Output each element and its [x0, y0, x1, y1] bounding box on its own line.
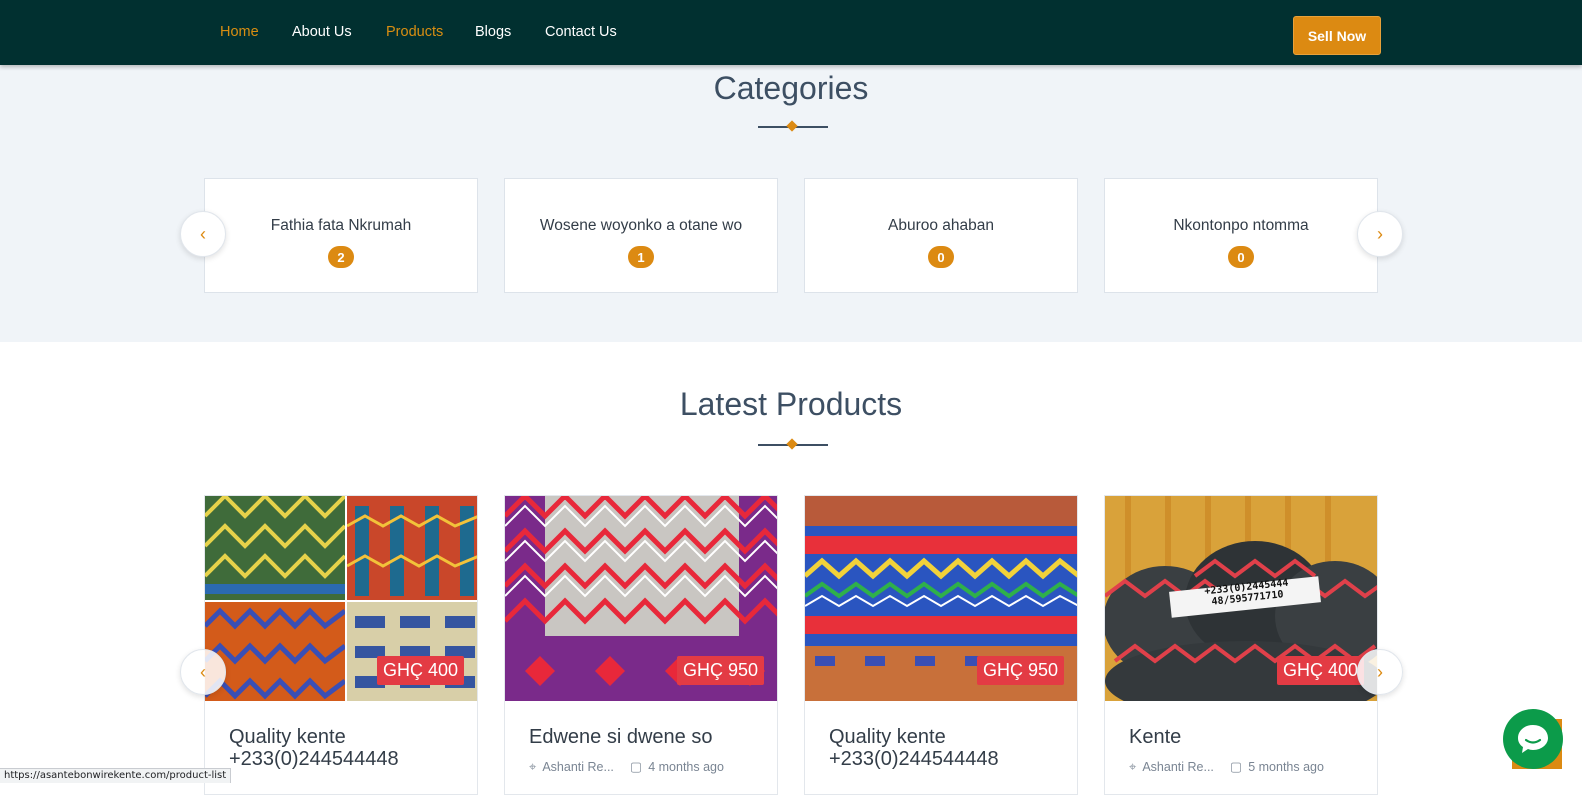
categories-next-button[interactable]: › [1357, 211, 1403, 257]
latest-products-title: Latest Products [679, 386, 903, 422]
product-card[interactable]: +233(0)2445444 48/595771710 GHÇ 400 Kent… [1104, 495, 1378, 795]
price-badge: GHÇ 400 [376, 656, 464, 685]
product-title[interactable]: Quality kente +233(0)244544448 [829, 726, 1069, 770]
product-title[interactable]: Kente [1129, 726, 1369, 748]
category-name: Aburoo ahaban [887, 217, 994, 234]
product-card[interactable]: GHÇ 950 Edwene si dwene so ⌖ Ashanti Re.… [504, 495, 778, 795]
location-pin-icon: ⌖ [1129, 759, 1137, 774]
categories-title: Categories [713, 70, 869, 106]
category-name: Nkontonpo ntomma [1173, 217, 1309, 234]
product-meta: ⌖ Ashanti Re... ▢ 5 months ago [1129, 759, 1324, 775]
category-count-badge: 0 [1228, 246, 1254, 268]
calendar-icon: ▢ [629, 759, 643, 774]
price-badge: GHÇ 950 [976, 656, 1064, 685]
nav-contact-link[interactable]: Contact Us [545, 24, 617, 40]
category-card[interactable]: Nkontonpo ntomma 0 [1104, 178, 1378, 293]
nav-blogs-link[interactable]: Blogs [475, 24, 511, 40]
categories-prev-button[interactable]: ‹ [180, 211, 226, 257]
chat-widget-button[interactable] [1503, 709, 1563, 769]
nav-about-link[interactable]: About Us [292, 24, 352, 40]
category-count-badge: 2 [328, 246, 354, 268]
product-meta: ⌖ Ashanti Re... ▢ 4 months ago [529, 759, 724, 775]
product-time: 5 months ago [1248, 760, 1324, 774]
products-next-button[interactable]: › [1357, 649, 1403, 695]
category-count-badge: 0 [928, 246, 954, 268]
product-image[interactable]: GHÇ 950 [505, 496, 777, 701]
category-name: Wosene woyonko a otane wo [539, 217, 743, 234]
sell-now-button[interactable]: Sell Now [1293, 16, 1381, 55]
product-location: Ashanti Re... [1142, 760, 1214, 774]
category-count-badge: 1 [628, 246, 654, 268]
products-prev-button[interactable]: ‹ [180, 649, 226, 695]
nav-home-link[interactable]: Home [220, 24, 259, 40]
category-card[interactable]: Aburoo ahaban 0 [804, 178, 1078, 293]
location-pin-icon: ⌖ [529, 759, 537, 774]
product-card[interactable]: GHÇ 950 Quality kente +233(0)244544448 [804, 495, 1078, 795]
chat-icon [1518, 725, 1548, 753]
product-image[interactable]: GHÇ 400 [205, 496, 477, 701]
status-bar-url: https://asantebonwirekente.com/product-l… [0, 768, 232, 783]
calendar-icon: ▢ [1229, 759, 1243, 774]
category-card[interactable]: Fathia fata Nkrumah 2 [204, 178, 478, 293]
product-title[interactable]: Edwene si dwene so [529, 726, 769, 748]
category-card[interactable]: Wosene woyonko a otane wo 1 [504, 178, 778, 293]
category-name: Fathia fata Nkrumah [270, 217, 412, 234]
price-badge: GHÇ 950 [676, 656, 764, 685]
nav-products-link[interactable]: Products [386, 24, 443, 40]
price-badge: GHÇ 400 [1276, 656, 1364, 685]
product-card[interactable]: GHÇ 400 Quality kente +233(0)244544448 [204, 495, 478, 795]
product-image[interactable]: GHÇ 950 [805, 496, 1077, 701]
categories-section: Categories ‹ Fathia fata Nkrumah 2 Wosen… [0, 65, 1582, 342]
product-location: Ashanti Re... [542, 760, 614, 774]
product-image[interactable]: +233(0)2445444 48/595771710 GHÇ 400 [1105, 496, 1377, 701]
top-navbar: Home About Us Products Blogs Contact Us … [0, 0, 1582, 65]
latest-products-divider [758, 438, 828, 450]
product-title[interactable]: Quality kente +233(0)244544448 [229, 726, 469, 770]
categories-divider [758, 120, 828, 132]
product-time: 4 months ago [648, 760, 724, 774]
